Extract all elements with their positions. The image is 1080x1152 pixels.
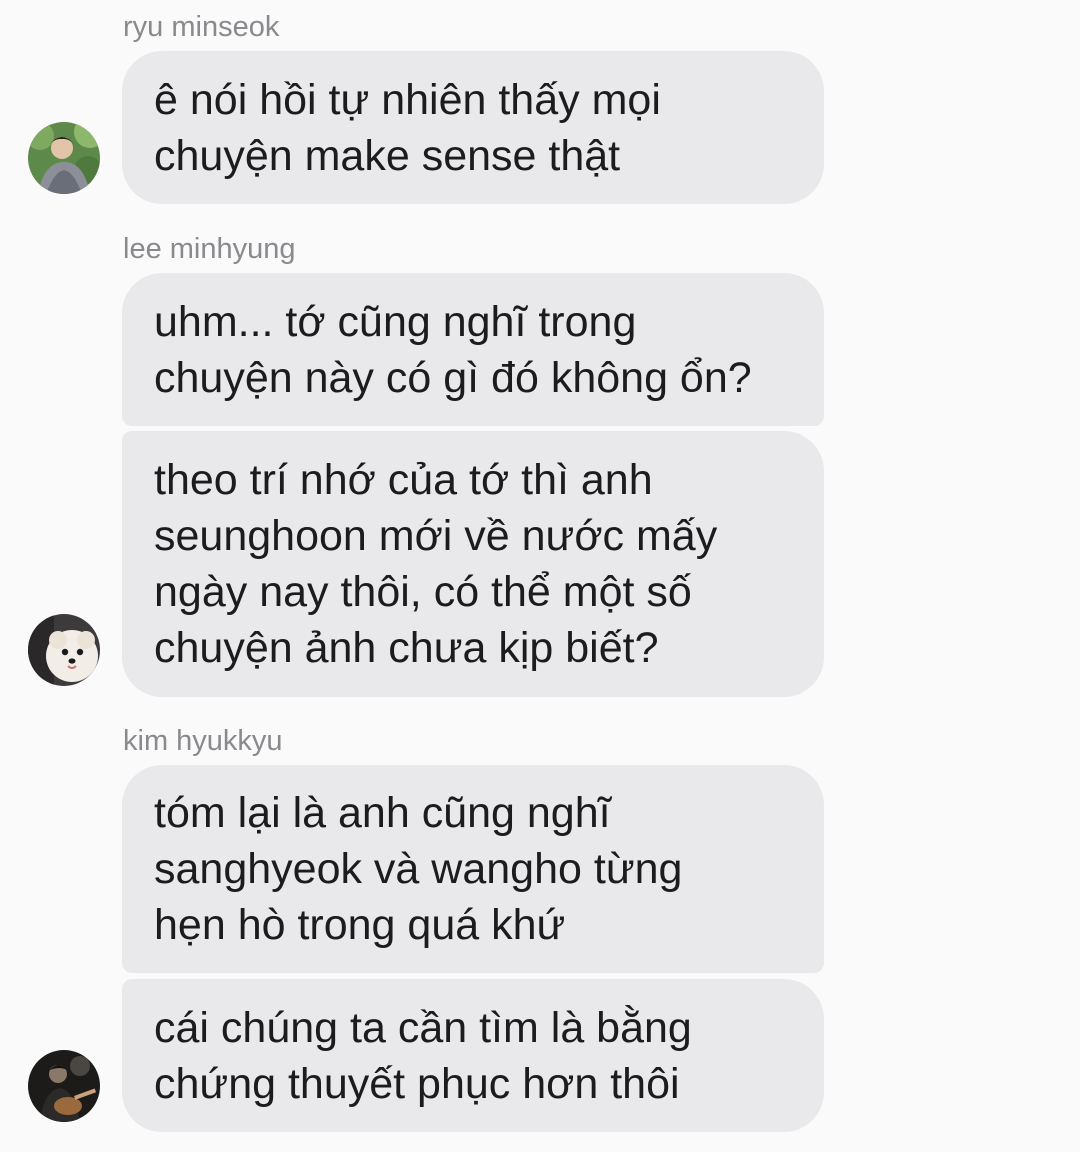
message-bubble[interactable]: tóm lại là anh cũng nghĩ sanghyeok và wa…	[122, 765, 824, 973]
sender-name-ryu-minseok: ryu minseok	[123, 11, 280, 43]
message-text: chuyện này có gì đó không ổn?	[154, 353, 752, 402]
message-text: chứng thuyết phục hơn thôi	[154, 1059, 680, 1108]
message-text: theo trí nhớ của tớ thì anh	[154, 456, 653, 504]
message-text: cái chúng ta cần tìm là bằng	[154, 1003, 692, 1052]
message-text: sanghyeok và wangho từng	[154, 845, 683, 893]
sender-name-kim-hyukkyu: kim hyukkyu	[123, 725, 283, 757]
message-text: seunghoon mới về nước mấy	[154, 512, 718, 560]
message-text: chuyện make sense thật	[154, 131, 621, 180]
message-text: ngày nay thôi, có thể một số	[154, 568, 692, 616]
message-bubble[interactable]: cái chúng ta cần tìm là bằng chứng thuyế…	[122, 979, 824, 1132]
message-bubble[interactable]: uhm... tớ cũng nghĩ trong chuyện này có …	[122, 273, 824, 426]
message-bubble[interactable]: theo trí nhớ của tớ thì anh seunghoon mớ…	[122, 431, 824, 697]
message-text: ê nói hồi tự nhiên thấy mọi	[154, 75, 661, 124]
avatar-pomeranian-dog-icon[interactable]	[28, 614, 100, 686]
message-bubble[interactable]: ê nói hồi tự nhiên thấy mọi chuyện make …	[122, 51, 824, 204]
sender-name-lee-minhyung: lee minhyung	[123, 233, 296, 265]
avatar-person-greenery-icon[interactable]	[28, 122, 100, 194]
avatar-guitar-player-icon[interactable]	[28, 1050, 100, 1122]
message-text: tóm lại là anh cũng nghĩ	[154, 789, 611, 837]
message-text: hẹn hò trong quá khứ	[154, 901, 566, 949]
message-text: uhm... tớ cũng nghĩ trong	[154, 297, 637, 346]
message-text: chuyện ảnh chưa kịp biết?	[154, 624, 659, 672]
